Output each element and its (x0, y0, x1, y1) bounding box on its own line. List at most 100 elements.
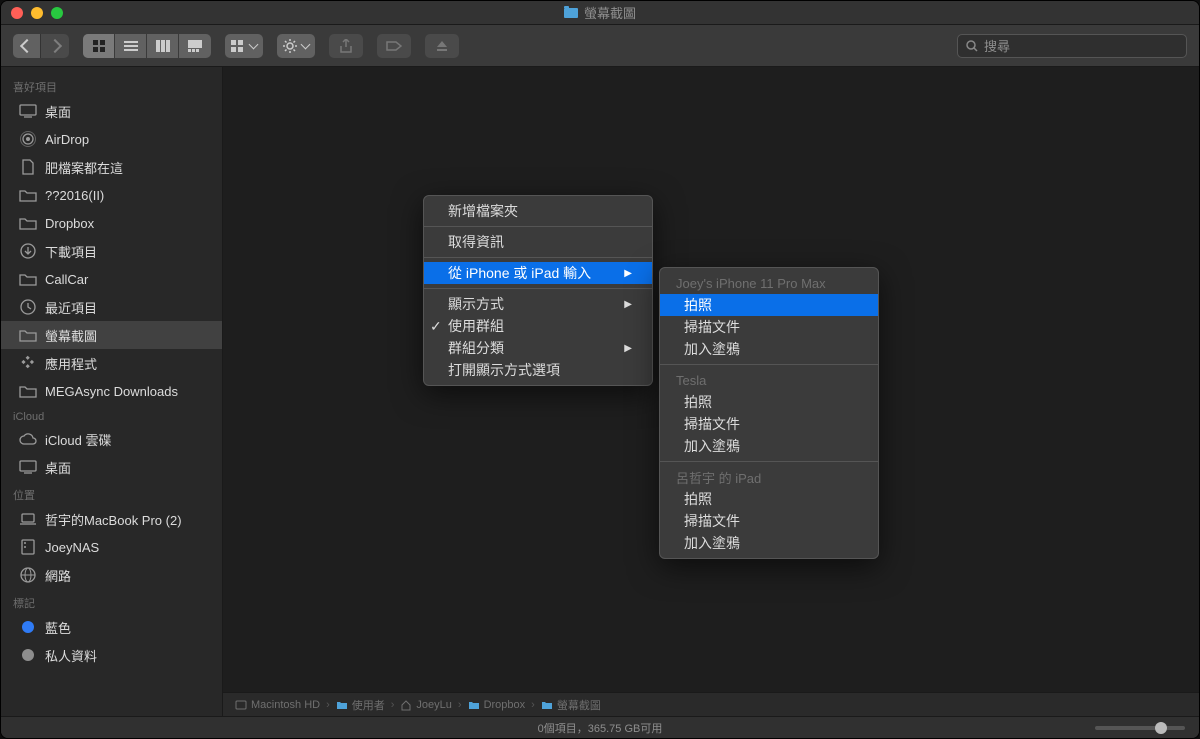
sidebar-item-label: 肥檔案都在這 (45, 158, 123, 177)
submenu-item-label: 掃描文件 (684, 317, 740, 337)
disk-icon (235, 699, 247, 711)
sidebar-item-label: 螢幕截圖 (45, 326, 97, 345)
share-button[interactable] (329, 34, 363, 58)
path-crumb[interactable]: 螢幕截圖 (541, 697, 601, 713)
gallery-view-button[interactable] (179, 34, 211, 58)
folder-icon (19, 328, 37, 342)
gear-icon (283, 39, 297, 53)
view-mode-segment (83, 34, 211, 58)
menu-item[interactable]: 群組分類▶ (424, 337, 652, 359)
path-bar[interactable]: Macintosh HD›使用者›JoeyLu›Dropbox›螢幕截圖 (223, 692, 1199, 716)
sidebar-item[interactable]: 哲宇的MacBook Pro (2) (1, 505, 222, 533)
back-button[interactable] (13, 34, 41, 58)
action-dropdown[interactable] (277, 34, 315, 58)
sidebar-item[interactable]: 肥檔案都在這 (1, 153, 222, 181)
menu-item[interactable]: 新增檔案夾 (424, 200, 652, 222)
submenu-item[interactable]: 加入塗鴉 (660, 338, 878, 360)
submenu-device-header: Joey's iPhone 11 Pro Max (660, 272, 878, 294)
folder-icon (19, 384, 37, 398)
path-crumb-label: Macintosh HD (251, 699, 320, 711)
submenu-item[interactable]: 拍照 (660, 488, 878, 510)
window-body: 喜好項目桌面AirDrop肥檔案都在這??2016(II)Dropbox下載項目… (1, 67, 1199, 716)
submenu-item-label: 拍照 (684, 295, 712, 315)
sidebar-item[interactable]: ??2016(II) (1, 181, 222, 209)
cloud-icon (19, 432, 37, 446)
titlebar: 螢幕截圖 (1, 1, 1199, 25)
tag-icon (386, 41, 402, 51)
column-view-button[interactable] (147, 34, 179, 58)
submenu-item-label: 加入塗鴉 (684, 533, 740, 553)
sidebar-item-label: 應用程式 (45, 354, 97, 373)
sidebar-section-header: 標記 (1, 589, 222, 613)
eject-icon (436, 40, 448, 52)
submenu-item[interactable]: 拍照 (660, 294, 878, 316)
path-crumb-label: 使用者 (352, 697, 385, 713)
folder-icon (541, 700, 553, 710)
sidebar-item[interactable]: JoeyNAS (1, 533, 222, 561)
sidebar-item[interactable]: 桌面 (1, 453, 222, 481)
context-submenu[interactable]: Joey's iPhone 11 Pro Max拍照掃描文件加入塗鴉Tesla拍… (659, 267, 879, 559)
sidebar-item[interactable]: iCloud 雲碟 (1, 425, 222, 453)
search-field[interactable]: 搜尋 (957, 34, 1187, 58)
sidebar-item[interactable]: 藍色 (1, 613, 222, 641)
chevron-right-icon: › (326, 699, 330, 711)
folder-icon (19, 216, 37, 230)
sidebar-item[interactable]: 螢幕截圖 (1, 321, 222, 349)
submenu-device-header: 呂哲宇 的 iPad (660, 466, 878, 488)
menu-item[interactable]: 取得資訊 (424, 231, 652, 253)
sidebar-item[interactable]: AirDrop (1, 125, 222, 153)
sidebar-item[interactable]: CallCar (1, 265, 222, 293)
tags-button[interactable] (377, 34, 411, 58)
sidebar-item[interactable]: 最近項目 (1, 293, 222, 321)
menu-item-label: 群組分類 (448, 338, 504, 358)
menu-separator (424, 226, 652, 227)
columns-icon (156, 40, 170, 52)
sidebar-item[interactable]: Dropbox (1, 209, 222, 237)
sidebar-section-header: iCloud (1, 405, 222, 425)
menu-item[interactable]: 打開顯示方式選項 (424, 359, 652, 381)
search-placeholder: 搜尋 (984, 36, 1010, 55)
menu-item[interactable]: ✓使用群組 (424, 315, 652, 337)
menu-item-label: 使用群組 (448, 316, 504, 336)
forward-button[interactable] (41, 34, 69, 58)
sidebar-section-header: 位置 (1, 481, 222, 505)
path-crumb[interactable]: Dropbox (468, 699, 526, 711)
sidebar-item[interactable]: 私人資料 (1, 641, 222, 669)
menu-item[interactable]: 從 iPhone 或 iPad 輸入 ▶ (424, 262, 652, 284)
path-crumb[interactable]: 使用者 (336, 697, 385, 713)
sidebar-item[interactable]: 網路 (1, 561, 222, 589)
list-view-button[interactable] (115, 34, 147, 58)
menu-item[interactable]: 顯示方式▶ (424, 293, 652, 315)
submenu-item[interactable]: 掃描文件 (660, 316, 878, 338)
globe-icon (19, 568, 37, 582)
submenu-item[interactable]: 掃描文件 (660, 510, 878, 532)
content-area[interactable]: 新增檔案夾取得資訊從 iPhone 或 iPad 輸入 ▶ 顯示方式▶✓使用群組群組… (223, 67, 1199, 692)
path-crumb[interactable]: JoeyLu (400, 699, 451, 711)
menu-item-label: 從 iPhone 或 iPad 輸入 (448, 263, 591, 283)
sidebar-item[interactable]: 應用程式 (1, 349, 222, 377)
sidebar-item[interactable]: 下載項目 (1, 237, 222, 265)
icon-view-button[interactable] (83, 34, 115, 58)
sidebar-item[interactable]: 桌面 (1, 97, 222, 125)
chevron-right-icon: › (531, 699, 535, 711)
submenu-item[interactable]: 加入塗鴉 (660, 532, 878, 554)
group-dropdown[interactable] (225, 34, 263, 58)
airdrop-icon (19, 132, 37, 146)
content-pane: 新增檔案夾取得資訊從 iPhone 或 iPad 輸入 ▶ 顯示方式▶✓使用群組群組… (223, 67, 1199, 716)
submenu-item[interactable]: 掃描文件 (660, 413, 878, 435)
menu-item-label: 取得資訊 (448, 232, 504, 252)
submenu-item[interactable]: 加入塗鴉 (660, 435, 878, 457)
minimize-button[interactable] (31, 7, 43, 19)
close-button[interactable] (11, 7, 23, 19)
zoom-button[interactable] (51, 7, 63, 19)
sidebar[interactable]: 喜好項目桌面AirDrop肥檔案都在這??2016(II)Dropbox下載項目… (1, 67, 223, 716)
submenu-item[interactable]: 拍照 (660, 391, 878, 413)
path-crumb[interactable]: Macintosh HD (235, 699, 320, 711)
eject-button[interactable] (425, 34, 459, 58)
tag-gray-icon (19, 648, 37, 662)
tag-blue-icon (19, 620, 37, 634)
sidebar-item[interactable]: MEGAsync Downloads (1, 377, 222, 405)
submenu-arrow-icon: ▶ (624, 268, 632, 279)
zoom-slider[interactable] (1095, 726, 1185, 730)
context-menu[interactable]: 新增檔案夾取得資訊從 iPhone 或 iPad 輸入 ▶ 顯示方式▶✓使用群組群組… (423, 195, 653, 386)
